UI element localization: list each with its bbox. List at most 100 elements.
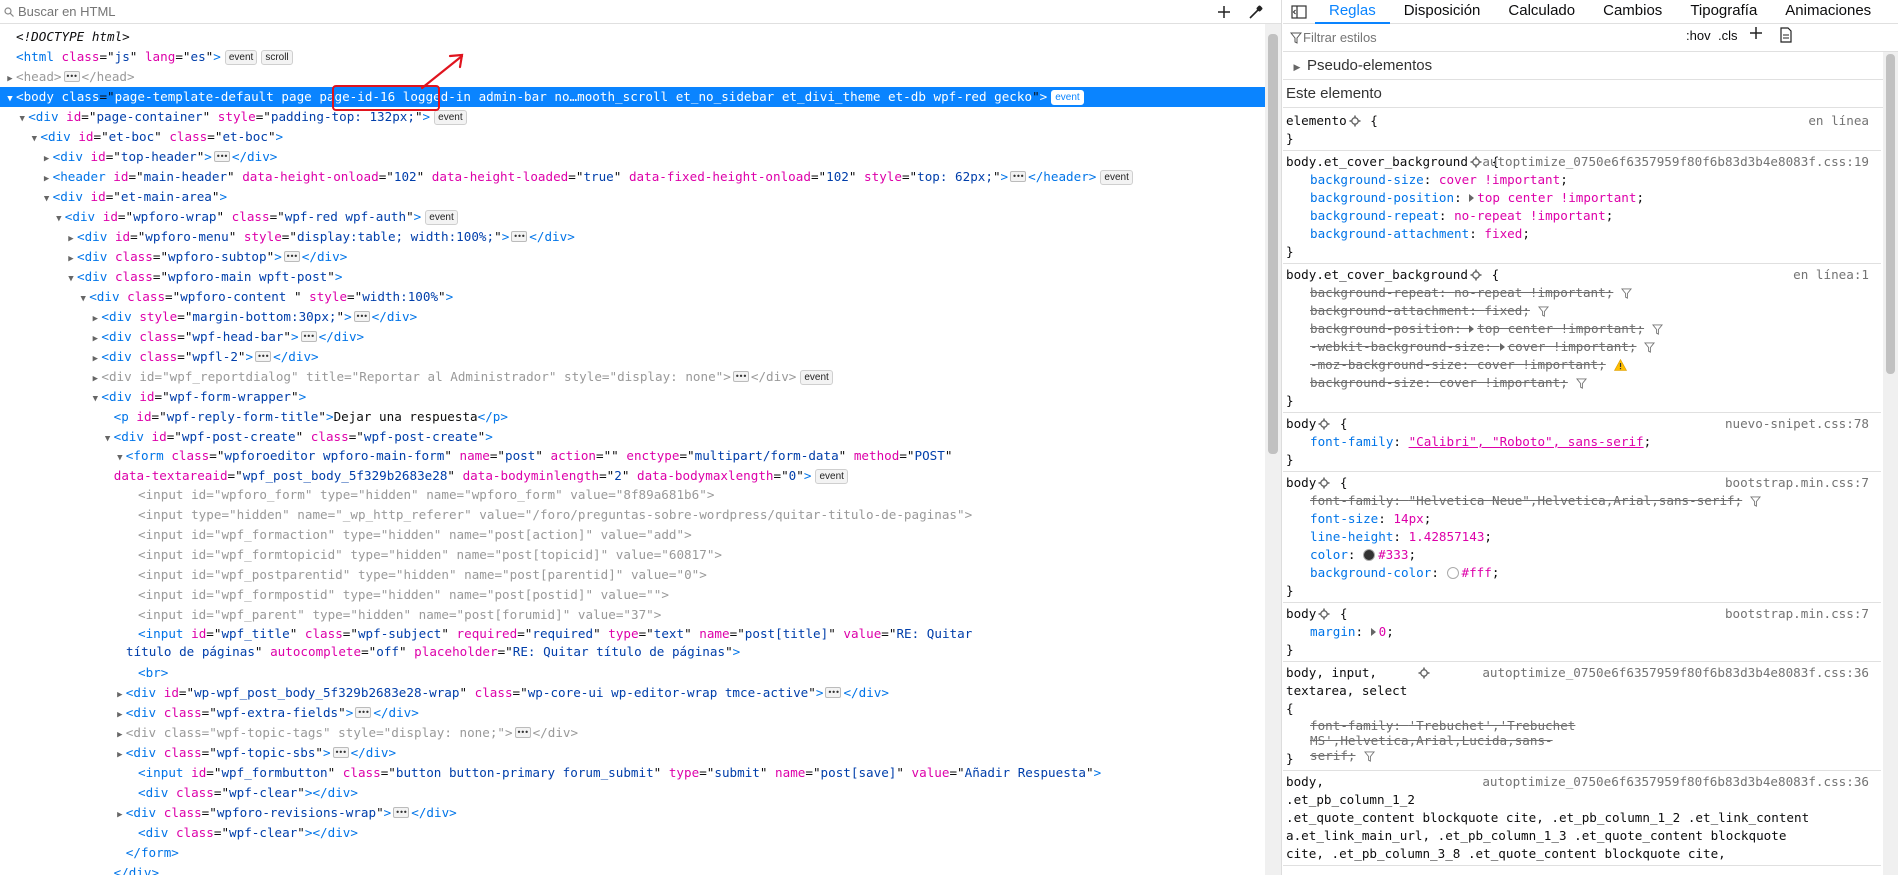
markup-node-row[interactable]: <div class="wpf-clear"></div> <box>0 823 1265 843</box>
expand-twisty-icon[interactable]: ▶ <box>114 725 126 745</box>
collapse-twisty-icon[interactable]: ▼ <box>89 389 101 409</box>
property-value[interactable]: 0 <box>1379 624 1387 639</box>
selected-node-row[interactable]: ▼ <body class="page-template-default page… <box>0 87 1265 107</box>
property-value[interactable]: no-repeat !important <box>1454 285 1606 300</box>
property-value[interactable]: #333 <box>1378 547 1408 562</box>
add-node-icon[interactable] <box>1213 1 1235 23</box>
markup-node-row[interactable]: ▶<head> </head> <box>0 67 1265 87</box>
css-declaration[interactable]: font-family: 'Trebuchet','Trebuchet MS',… <box>1286 718 1586 763</box>
expand-twisty-icon[interactable]: ▶ <box>89 329 101 349</box>
gear-icon[interactable] <box>1470 155 1482 168</box>
collapse-twisty-icon[interactable]: ▼ <box>114 449 126 467</box>
property-name[interactable]: background-repeat <box>1310 208 1439 223</box>
markup-node-row[interactable]: ▶ <div id="wpf_reportdialog" title="Repor… <box>0 367 1265 387</box>
gear-icon[interactable] <box>1470 268 1482 281</box>
expand-children-ellipsis-icon[interactable] <box>393 803 410 823</box>
property-name[interactable]: line-height <box>1310 529 1393 544</box>
markup-node-row[interactable]: <html class="js" lang="es"> event scroll <box>0 47 1265 67</box>
event-badge[interactable]: event <box>425 210 458 225</box>
tab-animaciones[interactable]: Animaciones <box>1771 0 1885 24</box>
css-declaration[interactable]: font-family: "Helvetica Neue",Helvetica,… <box>1286 492 1869 510</box>
markup-node-row[interactable]: <input id="wpf_formpostid" type="hidden"… <box>0 585 1265 605</box>
tab-disposición[interactable]: Disposición <box>1390 0 1495 24</box>
expand-children-ellipsis-icon[interactable] <box>300 327 317 347</box>
event-badge[interactable]: event <box>800 370 833 385</box>
markup-node-row[interactable]: <input id="wpforo_form" type="hidden" na… <box>0 485 1265 505</box>
expand-twisty-icon[interactable]: ▶ <box>89 349 101 369</box>
property-value[interactable]: 1.42857143 <box>1409 529 1485 544</box>
css-declaration[interactable]: color: #333; <box>1286 546 1869 564</box>
markup-node-row[interactable]: <input id="wpf_formaction" type="hidden"… <box>0 525 1265 545</box>
collapse-twisty-icon[interactable]: ▼ <box>28 129 40 149</box>
expand-children-ellipsis-icon[interactable] <box>1010 167 1027 187</box>
property-name[interactable]: font-family <box>1310 718 1393 733</box>
markup-node-row[interactable]: ▶ <div id="wpforo-menu" style="display:ta… <box>0 227 1265 247</box>
html-search-input[interactable] <box>18 4 618 19</box>
markup-node-row[interactable]: ▶<div class="wpf-head-bar"> </div> <box>0 327 1265 347</box>
markup-node-row[interactable]: ▼ <div id="et-main-area"> <box>0 187 1265 207</box>
expand-shorthand-icon[interactable] <box>1469 194 1475 202</box>
tab-reglas[interactable]: Reglas <box>1315 0 1390 24</box>
expand-twisty-icon[interactable]: ▶ <box>114 705 126 725</box>
pseudo-elements-toggle[interactable]: ▶ Pseudo-elementos <box>1283 52 1898 80</box>
expand-children-ellipsis-icon[interactable] <box>63 67 80 87</box>
markup-node-row[interactable]: <div class="wpf-clear"></div> <box>0 783 1265 803</box>
expand-children-ellipsis-icon[interactable] <box>283 247 300 267</box>
property-name[interactable]: -webkit-background-size <box>1310 339 1484 354</box>
expand-twisty-icon[interactable]: ▶ <box>4 69 16 89</box>
markup-node-row[interactable]: ▶<div class="wpfl-2"> </div> <box>0 347 1265 367</box>
rule-source-link[interactable]: en línea:1 <box>1793 266 1869 284</box>
property-name[interactable]: background-attachment <box>1310 226 1469 241</box>
print-media-icon[interactable] <box>1779 27 1793 46</box>
rule-source-link[interactable]: en línea <box>1808 112 1869 130</box>
expand-children-ellipsis-icon[interactable] <box>355 703 372 723</box>
rule-source-link[interactable]: bootstrap.min.css:7 <box>1725 474 1869 492</box>
expand-twisty-icon[interactable]: ▶ <box>114 805 126 825</box>
markup-node-row[interactable]: ▼ <div id="wpforo-wrap" class="wpf-red wp… <box>0 207 1265 227</box>
css-declaration[interactable]: background-attachment: fixed; <box>1286 302 1869 320</box>
property-value[interactable]: cover !important <box>1477 357 1598 372</box>
toggle-sidebar-icon[interactable] <box>1283 4 1315 19</box>
css-declaration[interactable]: background-position: top center !importa… <box>1286 320 1869 338</box>
property-name[interactable]: font-size <box>1310 511 1378 526</box>
property-name[interactable]: color <box>1310 547 1348 562</box>
markup-node-row[interactable]: ▶<div class="wpforo-subtop"></div> <box>0 247 1265 267</box>
rule-source-link[interactable]: bootstrap.min.css:7 <box>1725 605 1869 623</box>
markup-node-row[interactable]: ▶<div class="wpf-extra-fields"></div> <box>0 703 1265 723</box>
css-declaration[interactable]: background-size: cover !important; <box>1286 374 1869 392</box>
expand-twisty-icon[interactable]: ▶ <box>114 745 126 765</box>
markup-node-row[interactable]: ▶<div style="margin-bottom:30px;"> </div> <box>0 307 1265 327</box>
css-declaration[interactable]: line-height: 1.42857143; <box>1286 528 1869 546</box>
expand-children-ellipsis-icon[interactable] <box>732 367 749 387</box>
gear-icon[interactable] <box>1318 476 1330 489</box>
property-name[interactable]: margin <box>1310 624 1356 639</box>
expand-children-ellipsis-icon[interactable] <box>353 307 370 327</box>
css-declaration[interactable]: background-repeat: no-repeat !important; <box>1286 284 1869 302</box>
collapse-twisty-icon[interactable]: ▼ <box>102 429 114 449</box>
markup-node-row[interactable]: ▼ <div id="wpf-form-wrapper"> <box>0 387 1265 407</box>
expand-shorthand-icon[interactable] <box>1499 343 1505 351</box>
property-value[interactable]: "Helvetica Neue",Helvetica,Arial,sans-se… <box>1409 493 1735 508</box>
property-name[interactable]: background-attachment <box>1310 303 1469 318</box>
rule-source-link[interactable]: autoptimize_0750e6f6357959f80f6b83d3b4e8… <box>1482 664 1869 682</box>
expand-twisty-icon[interactable]: ▶ <box>89 309 101 329</box>
property-name[interactable]: font-family <box>1310 493 1393 508</box>
property-value[interactable]: fixed <box>1484 226 1522 241</box>
collapse-twisty-icon[interactable]: ▼ <box>41 189 53 209</box>
markup-node-row[interactable]: <input id="wpf_formtopicid" type="hidden… <box>0 545 1265 565</box>
expand-children-ellipsis-icon[interactable] <box>514 723 531 743</box>
markup-scrollbar[interactable] <box>1265 24 1281 875</box>
collapse-twisty-icon[interactable]: ▼ <box>77 289 89 309</box>
markup-node-row[interactable]: <input id="wpf_title" class="wpf-subject… <box>0 625 1265 663</box>
markup-node-row[interactable]: ▶<div class="wpf-topic-sbs"></div> <box>0 743 1265 763</box>
rule-selector[interactable]: body, input, textarea, select <box>1286 664 1416 700</box>
property-value[interactable]: no-repeat !important <box>1454 208 1606 223</box>
css-declaration[interactable]: font-size: 14px; <box>1286 510 1869 528</box>
property-name[interactable]: font-family <box>1310 434 1393 449</box>
property-value[interactable]: cover !important <box>1439 172 1560 187</box>
property-name[interactable]: background-size <box>1310 172 1424 187</box>
css-declaration[interactable]: background-repeat: no-repeat !important; <box>1286 207 1869 225</box>
rule-selector[interactable]: body <box>1286 416 1316 431</box>
markup-node-row[interactable]: <!DOCTYPE html> <box>0 27 1265 47</box>
markup-node-row[interactable]: ▼ <div id="wpf-post-create" class="wpf-po… <box>0 427 1265 447</box>
